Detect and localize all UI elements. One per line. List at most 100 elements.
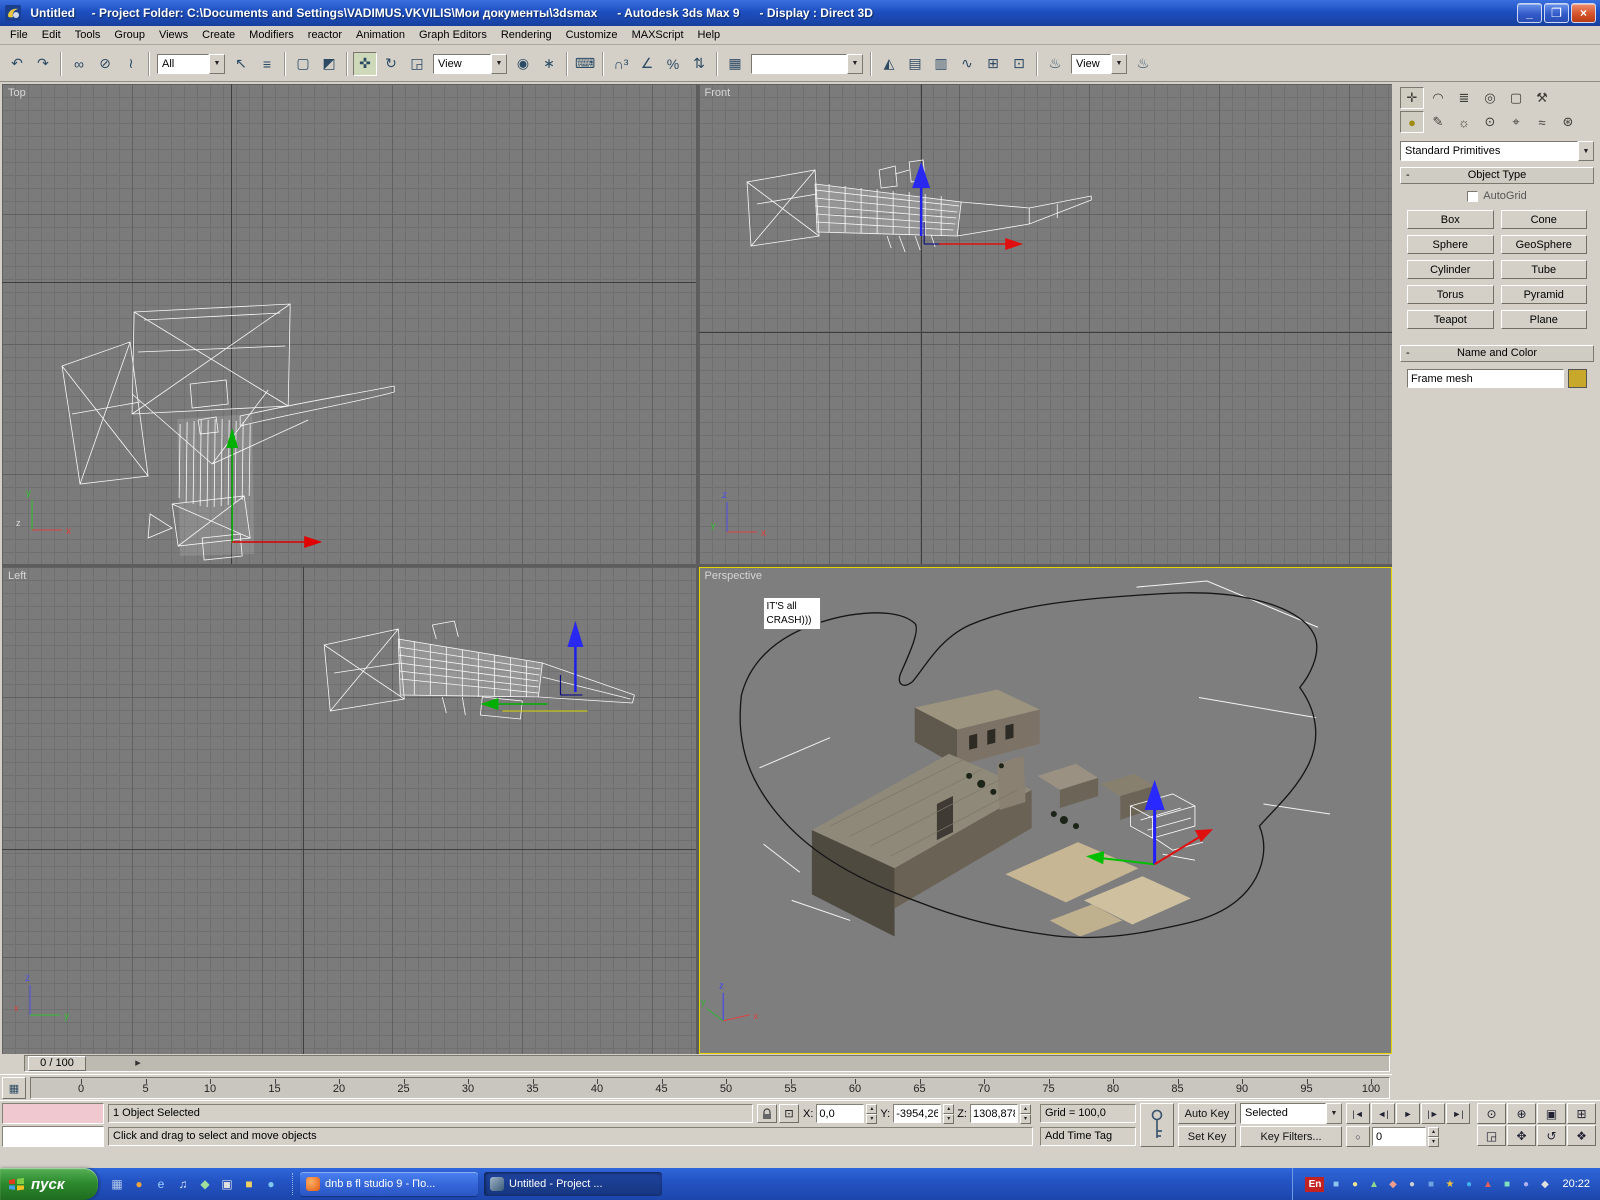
tray-icon-5[interactable]: ● [1404, 1177, 1419, 1192]
create-torus-button[interactable]: Torus [1407, 285, 1494, 304]
x-coordinate-field[interactable] [816, 1104, 864, 1123]
utilities-tab[interactable]: ⚒ [1530, 87, 1554, 109]
menu-maxscript[interactable]: MAXScript [625, 26, 691, 44]
title-bar[interactable]: Untitled - Project Folder: C:\Documents … [0, 0, 1600, 26]
create-tube-button[interactable]: Tube [1501, 260, 1588, 279]
z-coordinate-spinner[interactable]: ▴▾ [1020, 1104, 1031, 1123]
viewport-perspective-label[interactable]: Perspective [705, 570, 762, 582]
curve-editor-icon[interactable]: ∿ [955, 52, 979, 76]
geometry-category[interactable]: ● [1400, 111, 1424, 133]
menu-help[interactable]: Help [691, 26, 728, 44]
previous-frame-button[interactable]: ◄| [1371, 1103, 1395, 1124]
menu-rendering[interactable]: Rendering [494, 26, 559, 44]
select-and-link-icon[interactable]: ∞ [67, 52, 91, 76]
set-keys-button[interactable] [1140, 1103, 1174, 1147]
edit-named-selection-sets-icon[interactable]: ▦ [723, 52, 747, 76]
menu-modifiers[interactable]: Modifiers [242, 26, 301, 44]
x-coordinate-spinner[interactable]: ▴▾ [866, 1104, 877, 1123]
create-sphere-button[interactable]: Sphere [1407, 235, 1494, 254]
select-and-manipulate-icon[interactable]: ∗ [537, 52, 561, 76]
select-object-icon[interactable]: ↖ [229, 52, 253, 76]
schematic-view-icon[interactable]: ⊞ [981, 52, 1005, 76]
tray-icon-2[interactable]: ● [1347, 1177, 1362, 1192]
quick-launch-icon-7[interactable]: ■ [240, 1175, 258, 1193]
keyboard-shortcut-override-icon[interactable]: ⌨ [573, 52, 597, 76]
absolute-mode-button[interactable]: ⊡ [779, 1104, 799, 1123]
start-button[interactable]: пуск [0, 1168, 98, 1200]
viewport-perspective[interactable]: Perspective IT'S all CRASH))) [699, 567, 1393, 1054]
language-indicator[interactable]: En [1305, 1177, 1324, 1192]
render-type-dropdown[interactable]: View▼ [1071, 54, 1127, 74]
next-frame-button[interactable]: |► [1421, 1103, 1445, 1124]
autogrid-checkbox[interactable] [1467, 191, 1478, 202]
menu-create[interactable]: Create [195, 26, 242, 44]
tray-icon-7[interactable]: ★ [1442, 1177, 1457, 1192]
select-by-name-icon[interactable]: ≡ [255, 52, 279, 76]
select-and-scale-icon[interactable]: ◲ [405, 52, 429, 76]
menu-animation[interactable]: Animation [349, 26, 412, 44]
menu-graph-editors[interactable]: Graph Editors [412, 26, 494, 44]
maximize-viewport-button[interactable]: ❖ [1567, 1125, 1596, 1146]
restore-button[interactable]: ❐ [1544, 3, 1569, 23]
object-name-field[interactable] [1407, 369, 1564, 388]
current-frame-field[interactable] [1372, 1127, 1426, 1146]
time-slider[interactable]: 0 / 100 [28, 1056, 86, 1071]
set-key-button[interactable]: Set Key [1178, 1126, 1236, 1147]
collapse-icon[interactable]: - [1406, 168, 1410, 183]
modify-tab[interactable]: ◠ [1426, 87, 1450, 109]
zoom-extents-all-button[interactable]: ⊞ [1567, 1103, 1596, 1124]
selection-lock-button[interactable] [757, 1104, 777, 1123]
tray-icon-4[interactable]: ◆ [1385, 1177, 1400, 1192]
quick-launch-icon-5[interactable]: ◆ [196, 1175, 214, 1193]
angle-snap-icon[interactable]: ∠ [635, 52, 659, 76]
redo-icon[interactable]: ↷ [31, 52, 55, 76]
next-key-arrow-icon[interactable]: ▸ [130, 1056, 146, 1071]
task-button-2[interactable]: Untitled - Project ... [484, 1172, 662, 1196]
selection-filter-dropdown[interactable]: All▼ [157, 54, 225, 74]
y-coordinate-field[interactable] [893, 1104, 941, 1123]
add-time-tag[interactable]: Add Time Tag [1040, 1127, 1136, 1146]
select-and-rotate-icon[interactable]: ↻ [379, 52, 403, 76]
material-editor-icon[interactable]: ⊡ [1007, 52, 1031, 76]
display-tab[interactable]: ▢ [1504, 87, 1528, 109]
snap-toggle-3d-icon[interactable]: ∩³ [609, 52, 633, 76]
reference-coordinate-dropdown[interactable]: View▼ [433, 54, 507, 74]
shapes-category[interactable]: ✎ [1426, 111, 1450, 133]
pan-button[interactable]: ✥ [1507, 1125, 1536, 1146]
name-color-rollout-header[interactable]: - Name and Color [1400, 345, 1594, 362]
menu-file[interactable]: File [3, 26, 35, 44]
time-slider-groove[interactable] [24, 1055, 1390, 1072]
object-type-rollout-header[interactable]: - Object Type [1400, 167, 1594, 184]
primitives-dropdown[interactable]: Standard Primitives ▼ [1400, 141, 1594, 161]
menu-views[interactable]: Views [152, 26, 195, 44]
taskbar-handle[interactable] [292, 1173, 295, 1195]
percent-snap-icon[interactable]: % [661, 52, 685, 76]
tray-icon-8[interactable]: ● [1461, 1177, 1476, 1192]
clock[interactable]: 20:22 [1556, 1178, 1590, 1190]
dropdown-arrow-icon[interactable]: ▼ [1111, 54, 1127, 74]
menu-edit[interactable]: Edit [35, 26, 68, 44]
dropdown-arrow-icon[interactable]: ▼ [1578, 141, 1594, 161]
minimize-button[interactable]: _ [1517, 3, 1542, 23]
quick-launch-icon-6[interactable]: ▣ [218, 1175, 236, 1193]
lights-category[interactable]: ☼ [1452, 111, 1476, 133]
maxscript-listener-field[interactable] [2, 1126, 104, 1147]
viewport-front[interactable]: Front z [699, 84, 1393, 564]
goto-start-button[interactable]: |◄ [1346, 1103, 1370, 1124]
zoom-all-button[interactable]: ⊕ [1507, 1103, 1536, 1124]
cameras-category[interactable]: ⊙ [1478, 111, 1502, 133]
quick-render-icon[interactable]: ♨ [1131, 52, 1155, 76]
viewport-left-label[interactable]: Left [8, 570, 26, 582]
render-scene-icon[interactable]: ♨ [1043, 52, 1067, 76]
open-mini-curve-editor-button[interactable]: ▦ [2, 1077, 26, 1099]
create-cylinder-button[interactable]: Cylinder [1407, 260, 1494, 279]
key-filters-button[interactable]: Key Filters... [1240, 1126, 1342, 1147]
create-cone-button[interactable]: Cone [1501, 210, 1588, 229]
z-coordinate-field[interactable] [970, 1104, 1018, 1123]
tray-icon-9[interactable]: ▲ [1480, 1177, 1495, 1192]
tray-icon-3[interactable]: ▲ [1366, 1177, 1381, 1192]
frame-spinner[interactable]: ▴▾ [1428, 1127, 1439, 1146]
systems-category[interactable]: ⊛ [1556, 111, 1580, 133]
dropdown-arrow-icon[interactable]: ▼ [847, 54, 863, 74]
spinner-snap-icon[interactable]: ⇅ [687, 52, 711, 76]
